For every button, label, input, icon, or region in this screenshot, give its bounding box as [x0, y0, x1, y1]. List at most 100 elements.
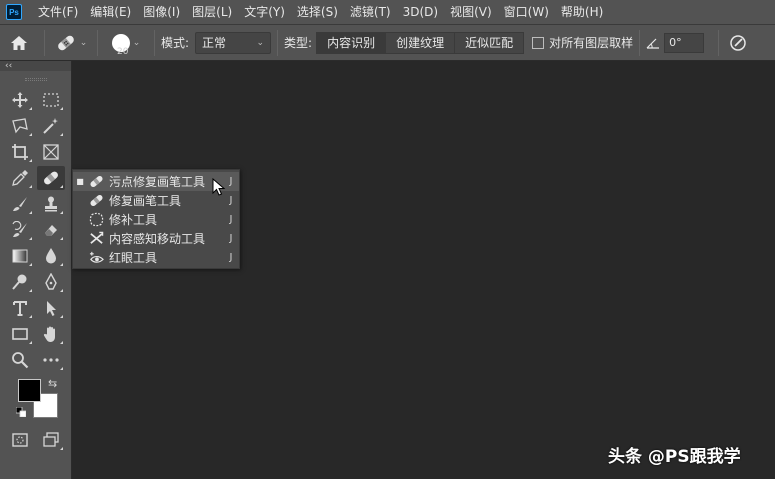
menu-edit[interactable]: 编辑(E)	[84, 0, 137, 24]
tool-row	[0, 347, 71, 373]
healing-brush-icon	[89, 194, 103, 207]
brush-picker[interactable]: ⌄ 20	[104, 24, 148, 61]
photoshop-logo: Ps	[6, 4, 22, 20]
hand-icon	[44, 326, 56, 342]
foreground-color-swatch[interactable]	[18, 379, 41, 402]
lasso-tool[interactable]	[6, 114, 34, 138]
path-selection-tool[interactable]	[37, 296, 65, 320]
screen-mode-button[interactable]	[37, 428, 65, 452]
frame-icon	[43, 144, 59, 160]
history-brush-tool[interactable]	[6, 218, 34, 242]
menu-3d[interactable]: 3D(D)	[397, 0, 444, 24]
menu-file[interactable]: 文件(F)	[32, 0, 84, 24]
home-button[interactable]	[0, 35, 38, 51]
menu-select[interactable]: 选择(S)	[291, 0, 344, 24]
type-label: 类型:	[284, 36, 313, 50]
tool-row	[0, 191, 71, 217]
menu-help[interactable]: 帮助(H)	[555, 0, 609, 24]
magic-wand-icon	[43, 118, 59, 134]
brush-icon	[12, 197, 27, 211]
panel-grip[interactable]	[0, 71, 71, 87]
chevron-down-icon: ⌄	[256, 37, 265, 48]
brush-tool[interactable]	[6, 192, 34, 216]
clone-stamp-tool[interactable]	[37, 192, 65, 216]
home-icon	[11, 35, 27, 50]
mode-label: 模式:	[161, 36, 190, 50]
arrow-cursor-icon	[47, 301, 57, 316]
tool-row	[0, 217, 71, 243]
menu-view[interactable]: 视图(V)	[444, 0, 498, 24]
type-proximity-match[interactable]: 近似匹配	[455, 31, 525, 54]
mode-select[interactable]: 正常 ⌄	[195, 31, 272, 54]
angle-input[interactable]: 0°	[664, 32, 705, 53]
move-tool[interactable]	[6, 88, 34, 112]
eraser-icon	[45, 225, 58, 236]
dodge-tool[interactable]	[6, 270, 34, 294]
type-segmented-control: 内容识别 创建纹理 近似匹配	[316, 31, 525, 54]
eyedropper-icon	[11, 170, 28, 186]
crop-icon	[11, 144, 28, 160]
tool-row	[0, 243, 71, 269]
history-brush-icon	[12, 221, 27, 237]
hand-tool[interactable]	[37, 322, 65, 346]
sample-all-layers-option[interactable]: 对所有图层取样	[532, 34, 633, 51]
menu-window[interactable]: 窗口(W)	[498, 0, 555, 24]
spot-healing-brush-tool[interactable]	[37, 166, 66, 190]
separator	[639, 29, 641, 56]
mouse-cursor-icon	[212, 178, 226, 196]
screen-mode-icon	[43, 432, 59, 447]
tool-row	[0, 321, 71, 347]
tool-row	[0, 295, 71, 321]
tool-row	[0, 113, 71, 139]
crop-tool[interactable]	[6, 140, 34, 164]
brush-size-value: 20	[117, 47, 129, 57]
tool-preset-picker[interactable]: ⌄	[51, 33, 91, 53]
type-tool[interactable]	[6, 296, 34, 320]
menu-image[interactable]: 图像(I)	[137, 0, 186, 24]
collapse-panel-button[interactable]: ‹‹	[0, 61, 71, 71]
eyedropper-tool[interactable]	[6, 166, 34, 190]
angle-icon	[646, 38, 660, 49]
default-colors-icon[interactable]	[16, 407, 26, 417]
stamp-icon	[45, 196, 58, 212]
gradient-tool[interactable]	[6, 244, 34, 268]
flyout-item-red-eye[interactable]: 红眼工具 J	[73, 248, 239, 267]
eraser-tool[interactable]	[37, 218, 65, 242]
dodge-icon	[11, 274, 27, 290]
pen-icon	[45, 273, 58, 290]
menu-layer[interactable]: 图层(L)	[186, 0, 238, 24]
tool-row	[0, 269, 71, 295]
menu-filter[interactable]: 滤镜(T)	[344, 0, 397, 24]
options-bar: ⌄ ⌄ 20 模式: 正常 ⌄ 类型: 内容识别 创建纹理 近似匹配 对所有图层…	[0, 24, 775, 61]
type-content-aware[interactable]: 内容识别	[316, 31, 387, 54]
blur-tool[interactable]	[37, 244, 65, 268]
magic-wand-tool[interactable]	[37, 114, 65, 138]
tools-panel: ‹‹ ⇆	[0, 61, 72, 479]
pen-tool[interactable]	[37, 270, 65, 294]
rectangle-icon	[11, 328, 28, 340]
separator	[718, 29, 720, 56]
edit-toolbar-button[interactable]	[37, 348, 65, 372]
patch-icon	[89, 212, 103, 227]
selected-bullet-icon: ■	[76, 177, 84, 186]
frame-tool[interactable]	[37, 140, 65, 164]
move-icon	[11, 92, 28, 108]
marquee-tool[interactable]	[37, 88, 65, 112]
tool-row	[0, 87, 71, 113]
type-create-texture[interactable]: 创建纹理	[386, 31, 456, 54]
flyout-item-content-aware-move[interactable]: 内容感知移动工具 J	[73, 229, 239, 248]
quick-mask-button[interactable]	[6, 428, 34, 452]
rectangle-tool[interactable]	[6, 322, 34, 346]
swap-colors-icon[interactable]: ⇆	[48, 377, 57, 390]
tool-row	[0, 139, 71, 165]
quick-mask-icon	[12, 433, 28, 447]
pressure-size-icon[interactable]	[729, 34, 747, 52]
spot-healing-brush-icon	[89, 175, 103, 188]
flyout-item-patch[interactable]: 修补工具 J	[73, 210, 239, 229]
more-dots-icon	[43, 358, 59, 362]
menu-type[interactable]: 文字(Y)	[238, 0, 291, 24]
tool-row	[0, 427, 71, 453]
sample-all-layers-checkbox[interactable]	[532, 36, 545, 49]
zoom-icon	[11, 352, 29, 369]
zoom-tool[interactable]	[6, 348, 34, 372]
